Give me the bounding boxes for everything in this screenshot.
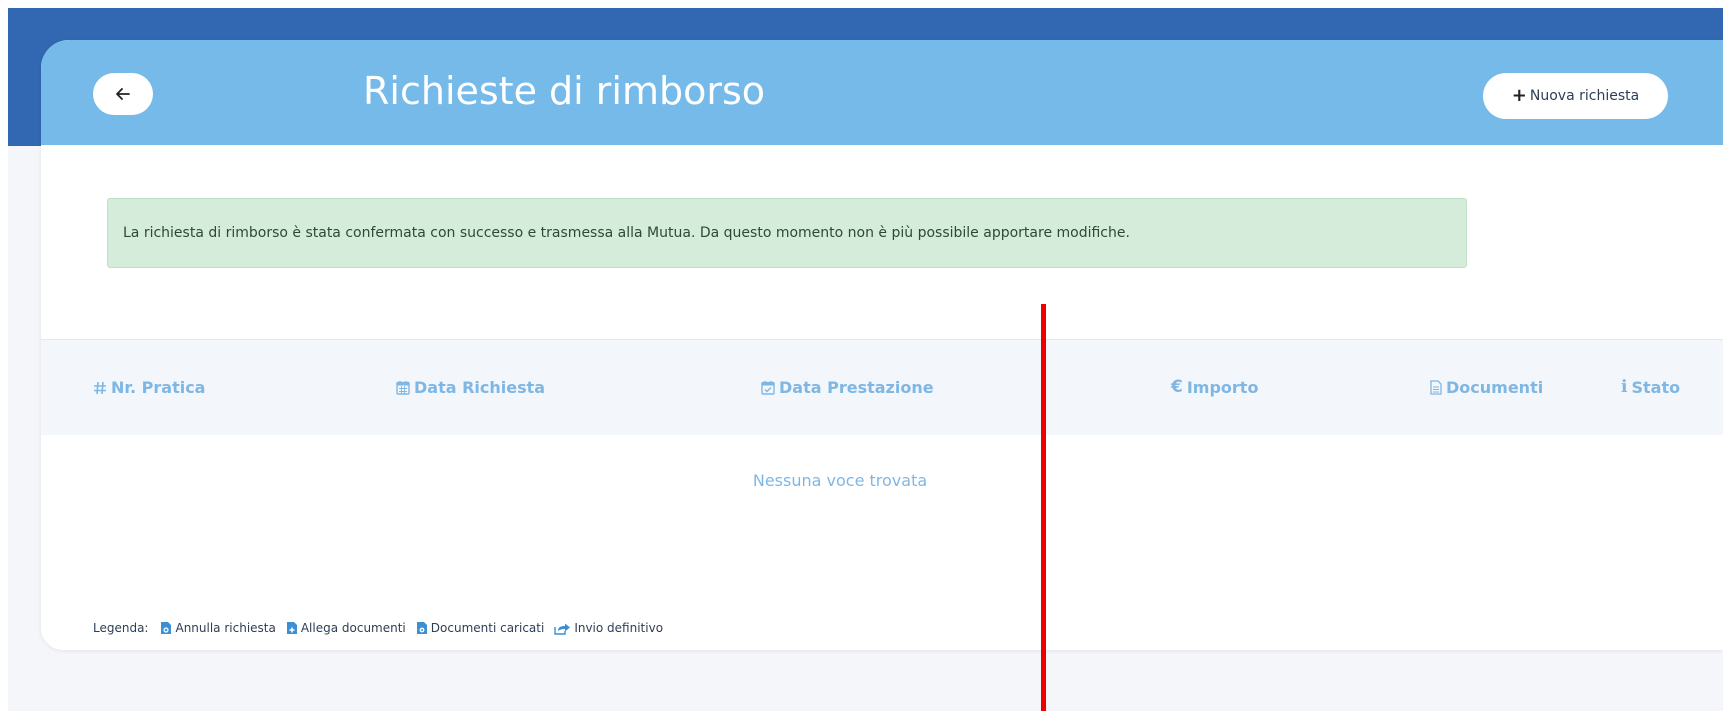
legend-item-label: Invio definitivo [574, 621, 664, 635]
calendar-check-icon [761, 381, 775, 395]
new-request-label: Nuova richiesta [1529, 88, 1640, 104]
column-header-documenti[interactable]: Documenti [1430, 340, 1543, 435]
column-header-importo[interactable]: € Importo [1171, 340, 1258, 435]
column-header-label: Nr. Pratica [111, 378, 206, 397]
empty-table-message: Nessuna voce trovata [752, 471, 928, 490]
legend-item-allega-documenti: Allega documenti [286, 621, 406, 635]
column-header-data-prestazione[interactable]: Data Prestazione [761, 340, 934, 435]
attach-document-icon [286, 622, 297, 634]
column-header-nr-pratica[interactable]: Nr. Pratica [93, 340, 205, 435]
app-frame: Richieste di rimborso + Nuova richiesta … [8, 8, 1723, 711]
send-share-icon [554, 623, 571, 635]
legend-item-invio-definitivo: Invio definitivo [554, 621, 663, 635]
legend-item-label: Documenti caricati [430, 621, 545, 635]
uploaded-documents-icon [416, 622, 427, 634]
hashtag-icon [94, 381, 106, 394]
legend-label: Legenda: [93, 621, 149, 635]
legend-item-label: Allega documenti [300, 621, 406, 635]
calendar-icon [396, 381, 410, 395]
legend-item-label: Annulla richiesta [175, 621, 276, 635]
annotation-line [1041, 304, 1046, 711]
column-header-label: Importo [1186, 378, 1259, 397]
info-icon: ℹ [1621, 377, 1628, 397]
column-header-stato[interactable]: ℹ Stato [1621, 340, 1680, 435]
success-alert: La richiesta di rimborso è stata conferm… [107, 198, 1467, 268]
success-alert-message: La richiesta di rimborso è stata conferm… [123, 225, 1130, 241]
legend-item-documenti-caricati: Documenti caricati [416, 621, 545, 635]
column-header-label: Data Prestazione [779, 378, 934, 397]
arrow-left-icon [116, 88, 130, 100]
plus-icon: + [1511, 85, 1527, 106]
requests-card: Richieste di rimborso + Nuova richiesta … [41, 40, 1723, 650]
column-header-label: Data Richiesta [414, 378, 546, 397]
back-button[interactable] [93, 73, 153, 115]
legend: Legenda: Annulla richiesta Allega docume… [93, 621, 673, 635]
euro-icon: € [1171, 377, 1183, 397]
column-header-data-richiesta[interactable]: Data Richiesta [396, 340, 545, 435]
page-title: Richieste di rimborso [363, 69, 766, 113]
card-header: Richieste di rimborso + Nuova richiesta [41, 40, 1723, 145]
file-icon [1430, 380, 1442, 395]
legend-item-annulla-richiesta: Annulla richiesta [160, 621, 276, 635]
column-header-label: Documenti [1446, 378, 1544, 397]
table-header: Nr. Pratica Data Richiesta Data Prestazi… [41, 339, 1723, 435]
new-request-button[interactable]: + Nuova richiesta [1483, 73, 1668, 119]
cancel-document-icon [161, 622, 172, 634]
column-header-label: Stato [1631, 378, 1681, 397]
